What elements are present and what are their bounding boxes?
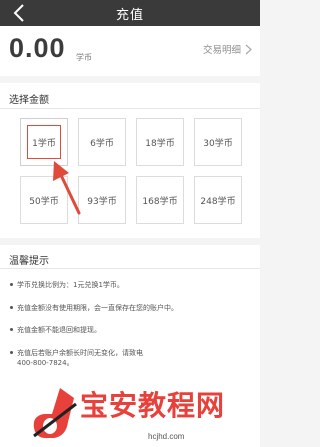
top-bar: 充值 bbox=[0, 0, 260, 26]
coin-option-label: 6学币 bbox=[90, 138, 114, 149]
bullet-icon bbox=[10, 327, 13, 331]
watermark-text: 宝安教程网 bbox=[80, 389, 226, 422]
tips-title: 温馨提示 bbox=[9, 256, 49, 267]
coin-option-168[interactable]: 168学币 bbox=[136, 176, 184, 224]
tip-item: 充值金额没有使用期限，会一直保存在您的账户中。 bbox=[10, 303, 240, 313]
divider bbox=[0, 268, 260, 269]
site-logo-icon bbox=[33, 388, 77, 439]
select-amount-title: 选择金额 bbox=[9, 95, 49, 106]
coin-option-248[interactable]: 248学币 bbox=[194, 176, 242, 224]
transaction-detail-link[interactable]: 交易明细 bbox=[203, 42, 252, 56]
tip-item: 学币兑换比例为：1元兑换1学币。 bbox=[10, 280, 240, 290]
bullet-icon bbox=[10, 282, 13, 286]
balance-unit: 学币 bbox=[76, 53, 92, 62]
bullet-icon bbox=[10, 350, 13, 354]
coin-option-label: 168学币 bbox=[142, 196, 178, 207]
coin-option-label: 93学币 bbox=[87, 196, 117, 207]
coin-option-label: 30学币 bbox=[203, 138, 233, 149]
chevron-right-icon bbox=[245, 44, 252, 54]
select-amount-section: 选择金额 1学币 6学币 18学币 30学币 50学币 93学币 168学币 2… bbox=[0, 83, 260, 238]
pointer-arrow-icon bbox=[53, 161, 81, 215]
coin-option-1[interactable]: 1学币 bbox=[20, 118, 68, 166]
tip-item: 充值金额不能退回和提现。 bbox=[10, 325, 240, 335]
page-title: 充值 bbox=[115, 8, 144, 23]
balance-panel: 0.00 学币 交易明细 bbox=[0, 26, 260, 76]
coin-option-30[interactable]: 30学币 bbox=[194, 118, 242, 166]
divider bbox=[0, 108, 260, 109]
balance-amount: 0.00 bbox=[9, 33, 66, 63]
coin-option-6[interactable]: 6学币 bbox=[78, 118, 126, 166]
transaction-detail-label: 交易明细 bbox=[202, 45, 241, 56]
watermark: 宝安教程网 hcjhd.com bbox=[30, 382, 260, 447]
coin-option-label: 1学币 bbox=[32, 138, 56, 149]
tip-item: 充值后若账户余额长时间无变化，请致电 400-800-7824。 bbox=[10, 348, 240, 368]
coin-option-label: 18学币 bbox=[145, 138, 175, 149]
tip-item-continued: 400-800-7824。 bbox=[17, 359, 74, 367]
watermark-url: hcjhd.com bbox=[148, 432, 185, 441]
bullet-icon bbox=[10, 305, 13, 309]
coin-option-18[interactable]: 18学币 bbox=[136, 118, 184, 166]
coin-option-label: 248学币 bbox=[200, 196, 236, 207]
